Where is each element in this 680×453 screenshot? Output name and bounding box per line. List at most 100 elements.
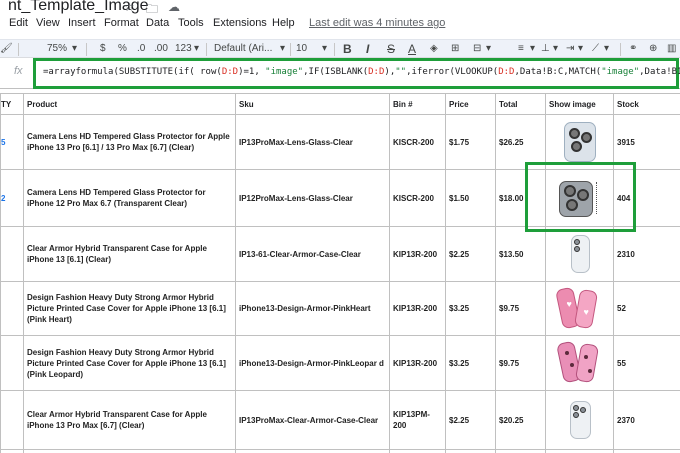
insert-link-icon[interactable]: ⚭ xyxy=(629,43,637,54)
italic-button[interactable]: I xyxy=(366,42,369,56)
menu-format[interactable]: Format xyxy=(104,17,139,29)
chevron-down-icon[interactable]: ▾ xyxy=(578,43,583,54)
menu-insert[interactable]: Insert xyxy=(68,17,96,29)
stock-cell[interactable]: 2310 xyxy=(613,226,680,282)
image-cell[interactable] xyxy=(545,390,614,450)
stock-cell[interactable]: 2370 xyxy=(613,390,680,450)
chevron-down-icon[interactable]: ▾ xyxy=(486,43,491,54)
decrease-decimal-button[interactable]: .0 xyxy=(137,43,145,54)
product-cell[interactable]: Camera Lens HD Tempered Glass Protector … xyxy=(23,114,236,170)
sku-cell[interactable]: iPhone13-Design-Armor-PinkLeopar d xyxy=(235,335,390,391)
stock-cell[interactable]: 52 xyxy=(613,281,680,336)
sku-cell[interactable]: IP13-61-Clear-Armor-Case-Clear xyxy=(235,226,390,282)
bin-cell[interactable]: KIP13R-200 xyxy=(389,226,446,282)
merge-cells-icon[interactable]: ⊟ xyxy=(473,43,481,54)
bold-button[interactable]: B xyxy=(343,42,352,56)
empty-cell[interactable] xyxy=(23,449,236,453)
empty-cell[interactable] xyxy=(0,449,24,453)
chevron-down-icon[interactable]: ▾ xyxy=(322,43,327,54)
row-mark[interactable]: 5 xyxy=(0,114,24,170)
row-mark[interactable] xyxy=(0,281,24,336)
empty-cell[interactable] xyxy=(445,449,496,453)
column-header-stock[interactable]: Stock xyxy=(613,93,680,115)
column-header-ty[interactable]: TY xyxy=(0,93,24,115)
currency-format-button[interactable]: $ xyxy=(100,43,106,54)
increase-decimal-button[interactable]: .00 xyxy=(154,43,168,54)
strikethrough-button[interactable]: S xyxy=(387,42,395,56)
bin-cell[interactable]: KIP13PM-200 xyxy=(389,390,446,450)
text-wrap-icon[interactable]: ⇥ xyxy=(566,43,574,54)
stock-cell[interactable]: 55 xyxy=(613,335,680,391)
menu-data[interactable]: Data xyxy=(146,17,169,29)
font-size-select[interactable]: 10 xyxy=(296,43,307,54)
row-mark[interactable]: 2 xyxy=(0,169,24,227)
sku-cell[interactable]: IP12ProMax-Lens-Glass-Clear xyxy=(235,169,390,227)
bin-cell[interactable]: KISCR-200 xyxy=(389,114,446,170)
insert-chart-icon[interactable]: ▥ xyxy=(667,43,676,54)
text-color-button[interactable]: A xyxy=(408,42,416,56)
image-cell[interactable] xyxy=(545,335,614,391)
price-cell[interactable]: $2.25 xyxy=(445,390,496,450)
chevron-down-icon[interactable]: ▾ xyxy=(72,43,77,54)
product-cell[interactable]: Clear Armor Hybrid Transparent Case for … xyxy=(23,390,236,450)
fill-color-icon[interactable]: ◈ xyxy=(430,43,438,54)
formula-input[interactable]: =arrayformula(SUBSTITUTE(if( row(D:D)=1,… xyxy=(43,67,680,77)
bin-cell[interactable]: KIP13R-200 xyxy=(389,335,446,391)
sku-cell[interactable]: iPhone13-Design-Armor-PinkHeart xyxy=(235,281,390,336)
empty-cell[interactable] xyxy=(495,449,546,453)
price-cell[interactable]: $3.25 xyxy=(445,281,496,336)
menu-view[interactable]: View xyxy=(36,17,60,29)
empty-cell[interactable] xyxy=(389,449,446,453)
horizontal-align-icon[interactable]: ≡ xyxy=(518,43,524,54)
column-header-price[interactable]: Price xyxy=(445,93,496,115)
image-cell[interactable] xyxy=(545,226,614,282)
chevron-down-icon[interactable]: ▾ xyxy=(530,43,535,54)
total-cell[interactable]: $20.25 xyxy=(495,390,546,450)
column-header-show-image[interactable]: Show image xyxy=(545,93,614,115)
price-cell[interactable]: $1.50 xyxy=(445,169,496,227)
chevron-down-icon[interactable]: ▾ xyxy=(194,43,199,54)
product-cell[interactable]: Design Fashion Heavy Duty Strong Armor H… xyxy=(23,281,236,336)
menu-tools[interactable]: Tools xyxy=(178,17,204,29)
product-cell[interactable]: Camera Lens HD Tempered Glass Protector … xyxy=(23,169,236,227)
text-rotation-icon[interactable]: ⟋ xyxy=(592,43,599,54)
star-icon[interactable]: ☆ xyxy=(124,0,135,14)
empty-cell[interactable] xyxy=(613,449,680,453)
total-cell[interactable]: $9.75 xyxy=(495,281,546,336)
menu-edit[interactable]: Edit xyxy=(9,17,28,29)
product-cell[interactable]: Clear Armor Hybrid Transparent Case for … xyxy=(23,226,236,282)
price-cell[interactable]: $1.75 xyxy=(445,114,496,170)
vertical-align-icon[interactable]: ⊥ xyxy=(541,43,550,54)
row-mark[interactable] xyxy=(0,390,24,450)
more-formats-button[interactable]: 123 xyxy=(175,43,192,54)
column-header-product[interactable]: Product xyxy=(23,93,236,115)
sku-cell[interactable]: IP13ProMax-Lens-Glass-Clear xyxy=(235,114,390,170)
bin-cell[interactable]: KISCR-200 xyxy=(389,169,446,227)
chevron-down-icon[interactable]: ▾ xyxy=(280,43,285,54)
bin-cell[interactable]: KIP13R-200 xyxy=(389,281,446,336)
column-header-bin[interactable]: Bin # xyxy=(389,93,446,115)
insert-comment-icon[interactable]: ⊕ xyxy=(649,43,657,54)
total-cell[interactable]: $13.50 xyxy=(495,226,546,282)
image-cell[interactable]: ♥ ♥ xyxy=(545,281,614,336)
price-cell[interactable]: $2.25 xyxy=(445,226,496,282)
borders-icon[interactable]: ⊞ xyxy=(451,43,459,54)
column-header-total[interactable]: Total xyxy=(495,93,546,115)
percent-format-button[interactable]: % xyxy=(118,43,127,54)
font-select[interactable]: Default (Ari... xyxy=(214,43,272,54)
empty-cell[interactable] xyxy=(545,449,614,453)
empty-cell[interactable] xyxy=(235,449,390,453)
paint-format-icon[interactable]: 🖌 xyxy=(0,43,13,54)
row-mark[interactable] xyxy=(0,335,24,391)
price-cell[interactable]: $3.25 xyxy=(445,335,496,391)
product-cell[interactable]: Design Fashion Heavy Duty Strong Armor H… xyxy=(23,335,236,391)
total-cell[interactable]: $9.75 xyxy=(495,335,546,391)
sku-cell[interactable]: IP13ProMax-Clear-Armor-Case-Clear xyxy=(235,390,390,450)
zoom-select[interactable]: 75% xyxy=(47,43,67,54)
last-edit-link[interactable]: Last edit was 4 minutes ago xyxy=(309,17,445,29)
chevron-down-icon[interactable]: ▾ xyxy=(553,43,558,54)
menu-extensions[interactable]: Extensions xyxy=(213,17,267,29)
menu-help[interactable]: Help xyxy=(272,17,295,29)
column-header-sku[interactable]: Sku xyxy=(235,93,390,115)
chevron-down-icon[interactable]: ▾ xyxy=(604,43,609,54)
